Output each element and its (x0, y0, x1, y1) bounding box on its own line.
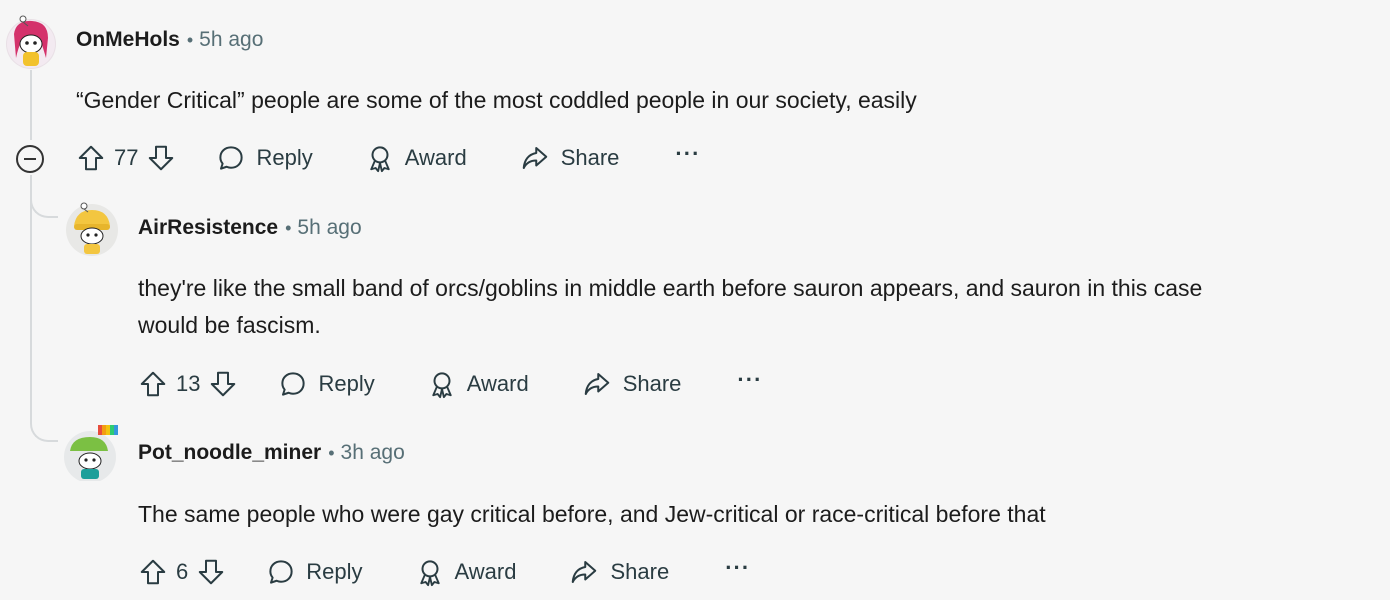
share-icon (584, 373, 609, 395)
comment-timestamp[interactable]: 5h ago (297, 216, 361, 240)
share-button[interactable]: Share (581, 369, 682, 399)
comment: Pot_noodle_miner • 3h ago The same peopl… (0, 415, 1390, 600)
more-icon: ··· (725, 555, 751, 580)
reply-label: Reply (306, 559, 363, 584)
upvote-icon (140, 559, 166, 585)
share-icon (522, 147, 547, 169)
comment-body: “Gender Critical” people are some of the… (76, 82, 917, 119)
award-button[interactable]: Award (415, 557, 517, 587)
comment-body: they're like the small band of orcs/gobl… (138, 270, 1202, 344)
downvote-icon (149, 145, 174, 171)
comment-meta: Pot_noodle_miner • 3h ago (138, 441, 405, 465)
more-icon: ··· (675, 141, 701, 166)
author-name[interactable]: OnMeHols (76, 28, 180, 52)
award-button[interactable]: Award (365, 143, 467, 173)
comment-text-line: “Gender Critical” people are some of the… (76, 87, 917, 113)
award-label: Award (466, 371, 529, 396)
share-button[interactable]: Share (568, 557, 669, 587)
share-button[interactable]: Share (519, 143, 620, 173)
downvote-icon (211, 371, 236, 397)
reply-button[interactable]: Reply (266, 557, 363, 587)
avatar-snoo-icon (6, 15, 56, 69)
downvote-icon (199, 559, 224, 585)
share-label: Share (610, 559, 670, 584)
meta-separator: • (285, 217, 292, 238)
comment-text-line: The same people who were gay critical be… (138, 501, 1046, 527)
upvote-button[interactable] (138, 369, 168, 399)
more-options-button[interactable]: ··· (737, 367, 763, 393)
upvote-icon (140, 371, 166, 397)
award-icon (370, 146, 390, 173)
avatar[interactable] (62, 421, 118, 481)
award-label: Award (454, 559, 517, 584)
downvote-button[interactable] (196, 557, 226, 587)
comment-body: The same people who were gay critical be… (138, 496, 1046, 533)
more-options-button[interactable]: ··· (675, 141, 701, 167)
downvote-button[interactable] (208, 369, 238, 399)
upvote-button[interactable] (138, 557, 168, 587)
comment-thread: OnMeHols • 5h ago “Gender Critical” peop… (0, 0, 1390, 600)
share-icon (572, 561, 597, 583)
vote-count: 6 (176, 559, 189, 584)
upvote-button[interactable] (76, 143, 106, 173)
upvote-icon (78, 145, 104, 171)
reply-button[interactable]: Reply (216, 143, 313, 173)
author-name[interactable]: Pot_noodle_miner (138, 441, 321, 465)
award-label: Award (404, 145, 467, 170)
avatar-snoo-icon (64, 425, 118, 481)
comment-timestamp[interactable]: 5h ago (199, 28, 263, 52)
reply-label: Reply (318, 371, 375, 396)
share-label: Share (622, 371, 682, 396)
comment-timestamp[interactable]: 3h ago (341, 441, 405, 465)
vote-controls: 77 (76, 143, 176, 173)
vote-controls: 6 (138, 557, 226, 587)
reply-icon (281, 372, 306, 396)
author-name[interactable]: AirResistence (138, 216, 278, 240)
meta-separator: • (328, 442, 335, 463)
reply-button[interactable]: Reply (278, 369, 375, 399)
comment: OnMeHols • 5h ago “Gender Critical” peop… (0, 0, 1390, 190)
reply-icon (269, 560, 293, 584)
reply-label: Reply (256, 145, 313, 170)
vote-count: 13 (176, 371, 201, 396)
meta-separator: • (186, 29, 194, 50)
comment-meta: OnMeHols • 5h ago (76, 28, 263, 52)
more-options-button[interactable]: ··· (725, 555, 751, 581)
comment-meta: AirResistence • 5h ago (138, 216, 362, 240)
comment: AirResistence • 5h ago they're like the … (0, 190, 1390, 410)
avatar[interactable] (6, 14, 56, 69)
comment-text-line: would be fascism. (138, 312, 321, 338)
comment-actions: 77 Reply Award Share ··· (76, 136, 700, 180)
award-icon (432, 372, 452, 399)
comment-text-line: they're like the small band of orcs/gobl… (138, 275, 1203, 301)
comment-actions: 13 Reply Award Share ··· (138, 362, 762, 406)
avatar[interactable] (64, 200, 118, 256)
avatar-snoo-icon (66, 202, 118, 256)
comment-actions: 6 Reply Award Share ··· (138, 550, 750, 594)
vote-count: 77 (114, 145, 139, 170)
award-button[interactable]: Award (427, 369, 529, 399)
award-icon (419, 560, 440, 587)
share-label: Share (560, 145, 620, 170)
vote-controls: 13 (138, 369, 238, 399)
reply-icon (219, 146, 244, 170)
more-icon: ··· (737, 367, 763, 392)
downvote-button[interactable] (146, 143, 176, 173)
